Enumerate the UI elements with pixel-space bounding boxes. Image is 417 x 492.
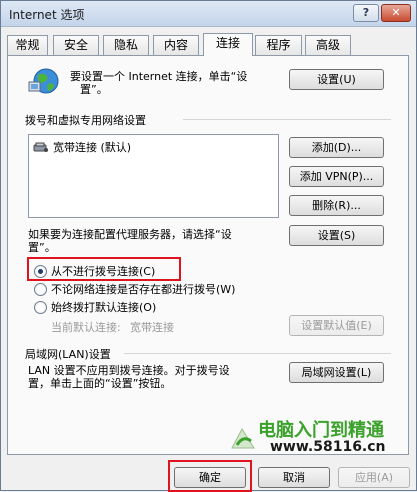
radio-button[interactable] xyxy=(34,300,47,314)
connections-listbox[interactable]: 宽带连接 (默认) xyxy=(28,134,279,218)
list-item[interactable]: 宽带连接 (默认) xyxy=(33,139,131,155)
help-button[interactable]: ? xyxy=(353,4,379,22)
title-bar[interactable]: Internet 选项 ? ✕ xyxy=(1,1,416,27)
highlight-box xyxy=(168,460,252,492)
setup-description: 要设置一个 Internet 连接，单击“设 置”。 xyxy=(70,70,290,96)
close-button[interactable]: ✕ xyxy=(381,4,411,22)
internet-globe-icon xyxy=(27,66,61,96)
proxy-description: 如果要为连接配置代理服务器，请选择“设 置”。 xyxy=(28,228,278,254)
current-default-label: 当前默认连接: xyxy=(51,321,121,334)
setup-text-line2: 置”。 xyxy=(80,83,108,96)
highlight-box xyxy=(27,257,181,281)
lan-group-divider xyxy=(124,353,391,354)
cancel-button[interactable]: 取消 xyxy=(258,467,330,488)
delete-connection-button[interactable]: 删除(R)... xyxy=(289,195,384,216)
tab-content[interactable]: 内容 xyxy=(153,35,199,55)
tab-programs[interactable]: 程序 xyxy=(255,35,302,55)
connection-name: 宽带连接 (默认) xyxy=(53,141,132,154)
radio-button[interactable] xyxy=(34,282,47,296)
dialup-group-divider xyxy=(183,119,391,120)
tab-connections[interactable]: 连接 xyxy=(203,33,253,56)
proxy-settings-button[interactable]: 设置(S) xyxy=(289,225,384,246)
dialup-group-title: 拨号和虚拟专用网络设置 xyxy=(25,114,146,127)
tab-security[interactable]: 安全 xyxy=(53,35,99,55)
lan-text-line2: 置，单击上面的“设置”按钮。 xyxy=(28,377,172,390)
lan-description: LAN 设置不应用到拨号连接。对于拨号设 置，单击上面的“设置”按钮。 xyxy=(28,364,283,390)
setup-button[interactable]: 设置(U) xyxy=(289,69,384,90)
tab-advanced[interactable]: 高级 xyxy=(305,35,351,55)
apply-button[interactable]: 应用(A) xyxy=(338,467,410,488)
lan-text-line1: LAN 设置不应用到拨号连接。对于拨号设 xyxy=(28,364,230,377)
radio-label: 不论网络连接是否存在都进行拨号(W) xyxy=(51,283,236,296)
connections-panel: 要设置一个 Internet 连接，单击“设 置”。 设置(U) 拨号和虚拟专用… xyxy=(7,55,409,455)
proxy-text-line1: 如果要为连接配置代理服务器，请选择“设 xyxy=(28,228,232,241)
radio-dial-whenever[interactable]: 不论网络连接是否存在都进行拨号(W) xyxy=(34,281,235,297)
lan-settings-button[interactable]: 局域网设置(L) xyxy=(289,362,384,383)
dialup-connection-icon xyxy=(33,141,49,153)
window-title: Internet 选项 xyxy=(9,8,85,22)
internet-options-window: Internet 选项 ? ✕ 常规 安全 隐私 内容 连接 程序 高级 要设置… xyxy=(0,0,417,492)
tab-privacy[interactable]: 隐私 xyxy=(103,35,149,55)
watermark-url: www.58116.cn xyxy=(270,439,386,455)
proxy-text-line2: 置”。 xyxy=(28,241,56,254)
add-vpn-button[interactable]: 添加 VPN(P)... xyxy=(289,166,384,187)
add-connection-button[interactable]: 添加(D)... xyxy=(289,137,384,158)
tab-strip: 常规 安全 隐私 内容 连接 程序 高级 xyxy=(7,33,407,56)
tab-general[interactable]: 常规 xyxy=(7,35,48,55)
setup-text-line1: 要设置一个 Internet 连接，单击“设 xyxy=(70,70,248,83)
watermark-logo-icon xyxy=(228,426,258,454)
lan-group-title: 局域网(LAN)设置 xyxy=(25,348,111,361)
radio-always-dial[interactable]: 始终拨打默认连接(O) xyxy=(34,299,156,315)
current-default-value: 宽带连接 xyxy=(130,321,174,334)
radio-label: 始终拨打默认连接(O) xyxy=(51,301,157,314)
set-default-button[interactable]: 设置默认值(E) xyxy=(289,315,384,336)
